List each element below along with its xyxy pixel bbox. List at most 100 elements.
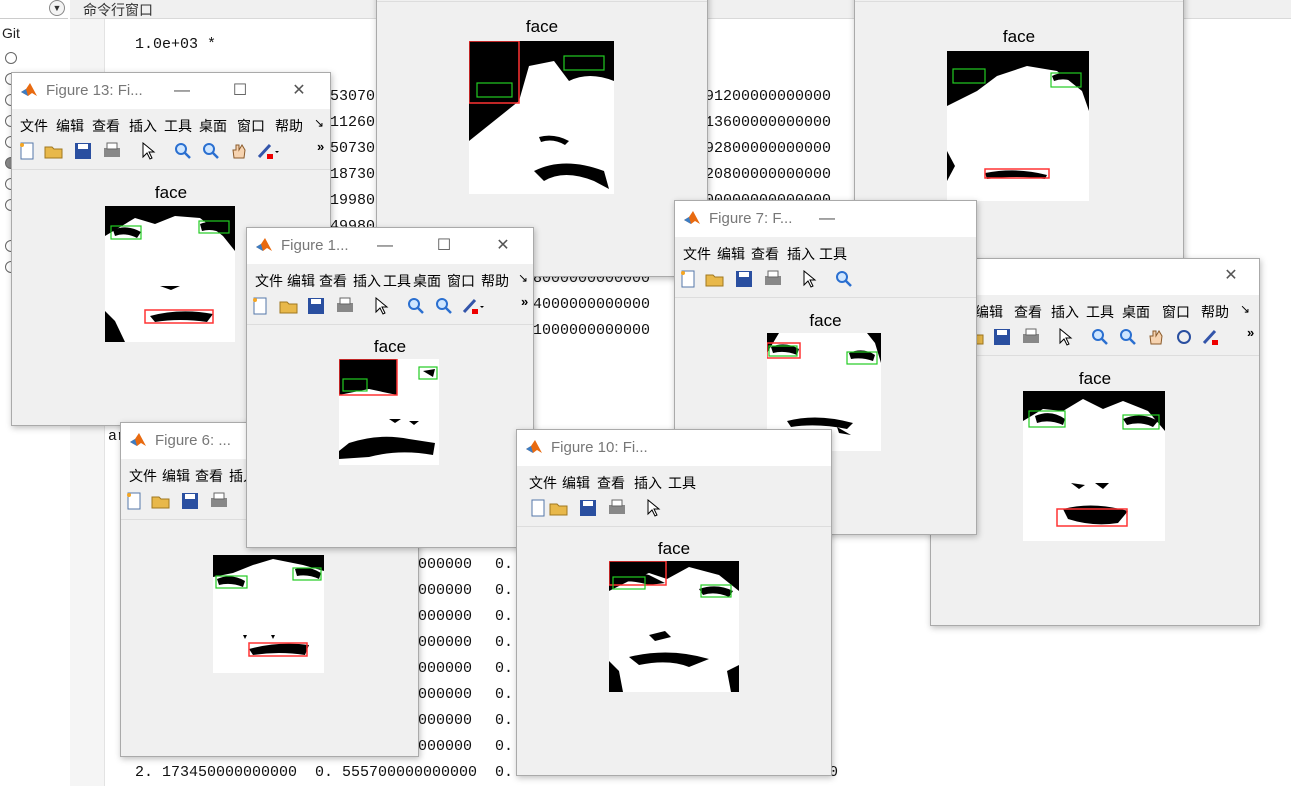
menu-file[interactable]: 文件	[20, 116, 48, 136]
brush-icon[interactable]	[256, 142, 279, 162]
menu-view[interactable]: 查看	[1014, 302, 1042, 322]
print-icon[interactable]	[102, 142, 122, 162]
pointer-icon[interactable]	[801, 269, 821, 290]
zoom-in-icon[interactable]	[174, 142, 194, 162]
menu-insert[interactable]: 插入	[353, 271, 381, 291]
toolbar-overflow-icon[interactable]: »	[317, 139, 324, 154]
maximize-icon[interactable]: ☐	[434, 236, 454, 256]
menu-file[interactable]: 文件	[255, 271, 283, 291]
menu-window[interactable]: 窗口	[237, 116, 265, 136]
menu-insert[interactable]: 插入	[1051, 302, 1079, 322]
open-file-icon[interactable]	[151, 492, 171, 512]
print-icon[interactable]	[335, 297, 355, 317]
save-icon[interactable]	[735, 270, 755, 290]
zoom-in-icon[interactable]	[835, 270, 855, 290]
menu-edit[interactable]: 编辑	[287, 271, 315, 291]
menu-insert[interactable]: 插入	[634, 473, 662, 493]
save-icon[interactable]	[181, 492, 201, 512]
toolbar-overflow-icon[interactable]: »	[1247, 325, 1254, 340]
menu-tools[interactable]: 工具	[383, 271, 411, 291]
dock-arrow-icon[interactable]: ↘	[314, 116, 324, 130]
new-figure-icon[interactable]	[679, 270, 699, 290]
print-icon[interactable]	[763, 270, 783, 290]
menu-insert[interactable]: 插入	[787, 244, 815, 264]
figure-window-1x[interactable]: Figure 1... — ☐ ✕ 文件 编辑 查看 插入 工具 桌面 窗口 帮…	[246, 227, 534, 548]
dock-arrow-icon[interactable]: ↘	[518, 271, 528, 285]
pan-icon[interactable]	[230, 142, 250, 162]
zoom-out-icon[interactable]	[1119, 328, 1139, 348]
menu-tools[interactable]: 工具	[668, 473, 696, 493]
menu-window[interactable]: 窗口	[1162, 302, 1190, 322]
menu-desktop[interactable]: 桌面	[199, 116, 227, 136]
pointer-icon[interactable]	[140, 141, 160, 162]
open-file-icon[interactable]	[279, 297, 299, 317]
menu-view[interactable]: 查看	[319, 271, 347, 291]
close-icon[interactable]: ✕	[493, 236, 513, 256]
open-file-icon[interactable]	[705, 270, 725, 290]
menu-desktop[interactable]: 桌面	[413, 271, 441, 291]
print-icon[interactable]	[607, 499, 627, 519]
figure-window-right[interactable]: ✕ 编辑 查看 插入 工具 桌面 窗口 帮助 ↘ » face	[930, 258, 1260, 626]
menu-help[interactable]: 帮助	[275, 116, 303, 136]
menu-edit[interactable]: 编辑	[562, 473, 590, 493]
chevron-down-icon[interactable]: ▼	[49, 0, 65, 16]
close-icon[interactable]: ✕	[289, 81, 309, 101]
maximize-icon[interactable]: ☐	[230, 81, 250, 101]
zoom-in-icon[interactable]	[1091, 328, 1111, 348]
brush-icon[interactable]	[1201, 328, 1221, 348]
menu-view[interactable]: 查看	[751, 244, 779, 264]
toolbar-overflow-icon[interactable]: »	[521, 294, 528, 309]
menu-edit[interactable]: 编辑	[975, 302, 1003, 322]
brush-icon[interactable]	[461, 297, 484, 317]
menu-edit[interactable]: 编辑	[56, 116, 84, 136]
menu-tools[interactable]: 工具	[164, 116, 192, 136]
save-icon[interactable]	[74, 142, 94, 162]
dock-arrow-icon[interactable]: ↘	[1240, 302, 1250, 316]
figure-window-10[interactable]: Figure 10: Fi... 文件 编辑 查看 插入 工具 face	[516, 429, 832, 776]
new-figure-icon[interactable]	[125, 492, 145, 512]
zoom-out-icon[interactable]	[435, 297, 455, 317]
minimize-icon[interactable]: —	[817, 209, 837, 229]
new-figure-icon[interactable]	[529, 499, 549, 519]
print-icon[interactable]	[1021, 328, 1041, 348]
open-file-icon[interactable]	[44, 142, 64, 162]
pointer-icon[interactable]	[1057, 327, 1077, 348]
menu-help[interactable]: 帮助	[1201, 302, 1229, 322]
menu-edit[interactable]: 编辑	[162, 466, 190, 486]
zoom-out-icon[interactable]	[202, 142, 222, 162]
menu-desktop[interactable]: 桌面	[1122, 302, 1150, 322]
menu-file[interactable]: 文件	[529, 473, 557, 493]
zoom-in-icon[interactable]	[407, 297, 427, 317]
new-figure-icon[interactable]	[18, 142, 38, 162]
print-icon[interactable]	[209, 492, 229, 512]
pointer-icon[interactable]	[645, 498, 665, 519]
pan-icon[interactable]	[1147, 328, 1167, 348]
save-icon[interactable]	[993, 328, 1013, 348]
face-image[interactable]	[1023, 391, 1165, 541]
face-image[interactable]	[213, 555, 324, 673]
new-figure-icon[interactable]	[251, 297, 271, 317]
menu-edit[interactable]: 编辑	[717, 244, 745, 264]
save-icon[interactable]	[579, 499, 599, 519]
pointer-icon[interactable]	[373, 296, 393, 317]
face-image[interactable]	[105, 206, 235, 342]
menu-tools[interactable]: 工具	[819, 244, 847, 264]
open-file-icon[interactable]	[549, 499, 569, 519]
face-image[interactable]	[609, 561, 739, 692]
radio-icon[interactable]	[5, 52, 17, 64]
menu-tools[interactable]: 工具	[1086, 302, 1114, 322]
menu-view[interactable]: 查看	[92, 116, 120, 136]
face-image[interactable]	[947, 51, 1089, 201]
face-image[interactable]	[339, 359, 439, 465]
minimize-icon[interactable]: —	[172, 81, 192, 101]
menu-help[interactable]: 帮助	[481, 271, 509, 291]
menu-file[interactable]: 文件	[683, 244, 711, 264]
menu-view[interactable]: 查看	[195, 466, 223, 486]
menu-window[interactable]: 窗口	[447, 271, 475, 291]
menu-file[interactable]: 文件	[129, 466, 157, 486]
minimize-icon[interactable]: —	[375, 236, 395, 256]
menu-view[interactable]: 查看	[597, 473, 625, 493]
face-image[interactable]	[469, 41, 614, 194]
save-icon[interactable]	[307, 297, 327, 317]
menu-insert[interactable]: 插入	[129, 116, 157, 136]
